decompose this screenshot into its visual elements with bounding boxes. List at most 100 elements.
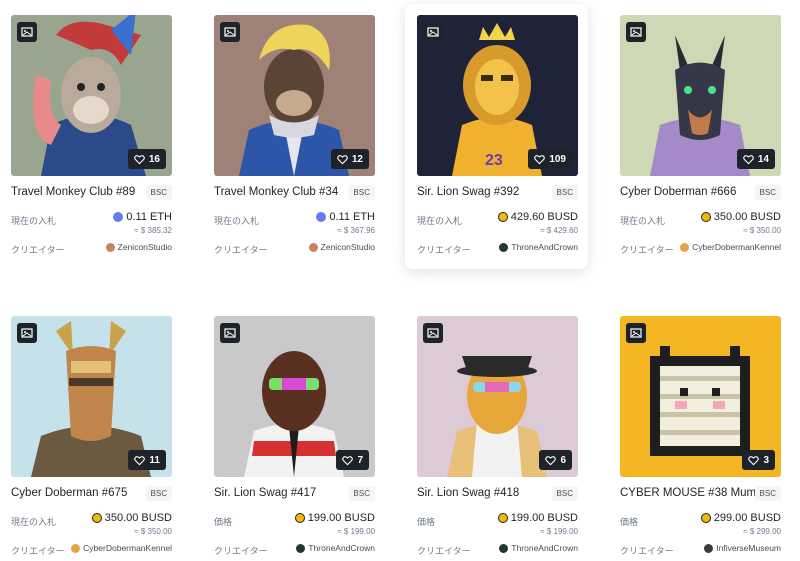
heart-icon xyxy=(545,455,557,465)
creator-avatar xyxy=(105,242,115,252)
price-label: 価格 xyxy=(214,517,233,527)
nft-card[interactable]: 11 Cyber Doberman #675 BSC 現在の入札 350.00 … xyxy=(6,305,189,561)
eth-icon xyxy=(316,212,327,222)
creator-label: クリエイター xyxy=(620,546,674,556)
busd-icon xyxy=(700,513,711,523)
creator-label: クリエイター xyxy=(214,245,268,255)
nft-thumbnail[interactable]: 23 109 xyxy=(417,15,578,176)
price-label: 価格 xyxy=(620,517,639,527)
creator-link[interactable]: ThroneAndCrown xyxy=(499,242,578,252)
like-button[interactable]: 16 xyxy=(127,149,166,169)
nft-card[interactable]: 16 Travel Monkey Club #89 BSC 現在の入札 0.11… xyxy=(6,4,189,269)
creator-avatar xyxy=(704,543,714,553)
price-value: 429.60 BUSD xyxy=(497,211,578,223)
heart-icon xyxy=(134,455,146,465)
heart-icon xyxy=(748,455,760,465)
usd-equivalent: ≈ $ 350.00 xyxy=(134,527,172,536)
price-label: 現在の入札 xyxy=(620,216,666,226)
creator-link[interactable]: ZeniconStudio xyxy=(308,242,375,252)
creator-link[interactable]: CyberDobermanKennel xyxy=(680,242,781,252)
nft-card[interactable]: 7 Sir. Lion Swag #417 BSC 価格 199.00 BUSD… xyxy=(209,305,392,561)
nft-name[interactable]: Cyber Doberman #675 xyxy=(11,487,127,499)
nft-name[interactable]: CYBER MOUSE #38 Mummy xyxy=(620,487,771,499)
like-button[interactable]: 3 xyxy=(742,450,775,470)
nft-name[interactable]: Sir. Lion Swag #418 xyxy=(417,487,519,499)
creator-avatar xyxy=(308,242,318,252)
like-count: 12 xyxy=(351,153,363,165)
nft-thumbnail[interactable]: 3 xyxy=(620,316,781,477)
heart-icon xyxy=(337,154,348,164)
creator-link[interactable]: InfiverseMuseum xyxy=(704,543,781,553)
creator-link[interactable]: ZeniconStudio xyxy=(105,242,172,252)
nft-card[interactable]: 23 109 Sir. Lion Swag #392 BSC 現在の入札 429… xyxy=(405,4,588,269)
nft-name[interactable]: Travel Monkey Club #34 xyxy=(214,186,338,198)
usd-equivalent: ≈ $ 350.00 xyxy=(743,226,781,235)
chain-badge: BSC xyxy=(145,185,172,200)
creator-label: クリエイター xyxy=(214,546,268,556)
chain-badge: BSC xyxy=(754,486,781,501)
nft-thumbnail[interactable]: 12 xyxy=(214,15,375,176)
like-button[interactable]: 14 xyxy=(736,149,775,169)
like-count: 6 xyxy=(560,454,566,466)
nft-thumbnail[interactable]: 11 xyxy=(11,316,172,477)
like-button[interactable]: 12 xyxy=(330,149,369,169)
image-media-icon xyxy=(17,22,37,42)
nft-card[interactable]: 14 Cyber Doberman #666 BSC 現在の入札 350.00 … xyxy=(615,4,798,269)
image-media-icon xyxy=(626,22,646,42)
creator-label: クリエイター xyxy=(417,245,471,255)
price-value: 299.00 BUSD xyxy=(700,512,781,524)
like-button[interactable]: 109 xyxy=(528,149,572,169)
creator-link[interactable]: CyberDobermanKennel xyxy=(71,543,172,553)
price-value: 0.11 ETH xyxy=(113,211,172,223)
nft-name[interactable]: Sir. Lion Swag #417 xyxy=(214,487,316,499)
chain-badge: BSC xyxy=(551,486,578,501)
price-label: 価格 xyxy=(417,517,436,527)
nft-name[interactable]: Sir. Lion Swag #392 xyxy=(417,186,519,198)
nft-card[interactable]: 12 Travel Monkey Club #34 BSC 現在の入札 0.11… xyxy=(209,4,392,269)
price-value: 199.00 BUSD xyxy=(294,512,375,524)
creator-avatar xyxy=(680,242,690,252)
nft-card[interactable]: 6 Sir. Lion Swag #418 BSC 価格 199.00 BUSD… xyxy=(412,305,595,561)
usd-equivalent: ≈ $ 199.00 xyxy=(337,527,375,536)
price-label: 現在の入札 xyxy=(417,216,463,226)
like-button[interactable]: 6 xyxy=(539,450,572,470)
creator-label: クリエイター xyxy=(417,546,471,556)
price-label: 現在の入札 xyxy=(11,517,57,527)
nft-thumbnail[interactable]: 14 xyxy=(620,15,781,176)
nft-card[interactable]: 3 CYBER MOUSE #38 Mummy BSC 価格 299.00 BU… xyxy=(615,305,798,561)
nft-name[interactable]: Cyber Doberman #666 xyxy=(620,186,736,198)
usd-equivalent: ≈ $ 199.00 xyxy=(540,527,578,536)
like-button[interactable]: 11 xyxy=(128,450,166,470)
heart-icon xyxy=(534,154,546,164)
creator-link[interactable]: ThroneAndCrown xyxy=(296,543,375,553)
heart-icon xyxy=(134,154,145,164)
image-media-icon xyxy=(220,323,240,343)
usd-equivalent: ≈ $ 429.60 xyxy=(540,226,578,235)
chain-badge: BSC xyxy=(145,486,172,501)
like-button[interactable]: 7 xyxy=(336,450,369,470)
eth-icon xyxy=(113,212,124,222)
nft-thumbnail[interactable]: 16 xyxy=(11,15,172,176)
price-label: 現在の入札 xyxy=(214,216,260,226)
image-media-icon xyxy=(423,22,443,42)
busd-icon xyxy=(294,513,305,523)
price-value: 0.11 ETH xyxy=(316,211,375,223)
creator-link[interactable]: ThroneAndCrown xyxy=(499,543,578,553)
chain-badge: BSC xyxy=(551,185,578,200)
busd-icon xyxy=(497,513,508,523)
nft-thumbnail[interactable]: 6 xyxy=(417,316,578,477)
svg-text:23: 23 xyxy=(485,152,503,169)
creator-label: クリエイター xyxy=(11,546,65,556)
image-media-icon xyxy=(17,323,37,343)
image-media-icon xyxy=(626,323,646,343)
nft-thumbnail[interactable]: 7 xyxy=(214,316,375,477)
like-count: 14 xyxy=(757,153,769,165)
usd-equivalent: ≈ $ 367.96 xyxy=(337,226,375,235)
price-value: 350.00 BUSD xyxy=(700,211,781,223)
like-count: 11 xyxy=(149,454,160,466)
like-count: 7 xyxy=(357,454,363,466)
usd-equivalent: ≈ $ 299.00 xyxy=(743,527,781,536)
busd-icon xyxy=(91,513,102,523)
creator-label: クリエイター xyxy=(11,245,65,255)
nft-name[interactable]: Travel Monkey Club #89 xyxy=(11,186,135,198)
